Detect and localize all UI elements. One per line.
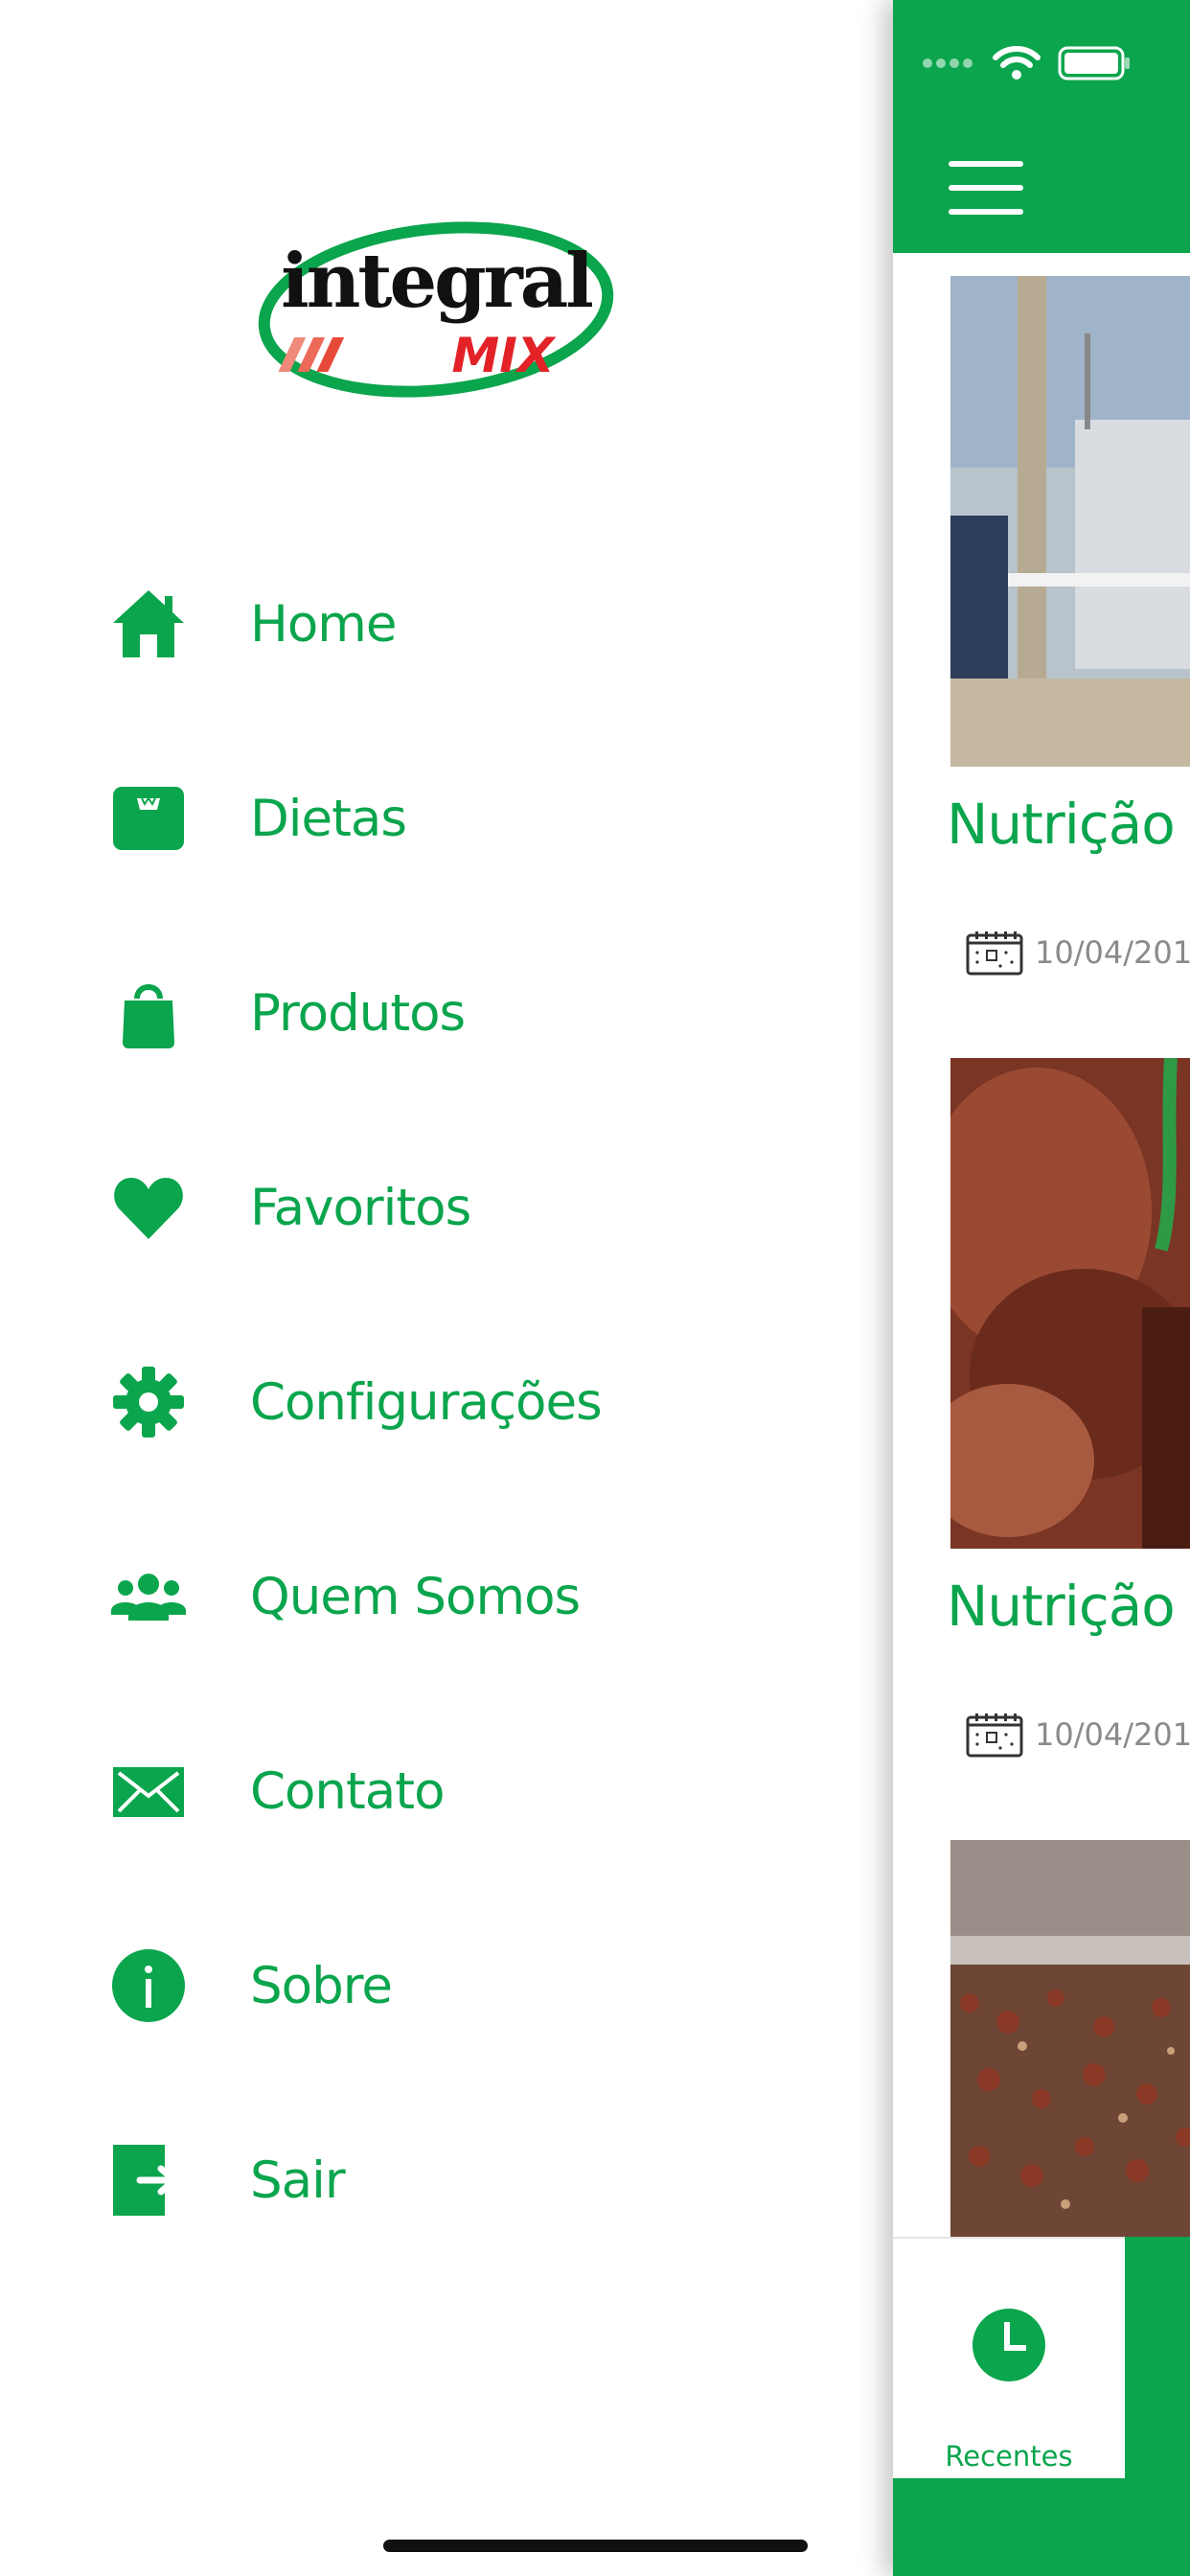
tab-recentes-label: Recentes bbox=[945, 2440, 1073, 2472]
post-date-1: 10/04/201 bbox=[966, 930, 1190, 976]
menu-label-dietas: Dietas bbox=[250, 789, 407, 848]
post-title-2[interactable]: Nutrição bbox=[947, 1574, 1176, 1639]
menu-label-sair: Sair bbox=[250, 2150, 346, 2210]
menu-item-quem-somos[interactable]: Quem Somos bbox=[0, 1530, 893, 1664]
post-date-text-1: 10/04/201 bbox=[1035, 934, 1190, 971]
home-indicator[interactable] bbox=[383, 2540, 808, 2552]
status-bar bbox=[922, 42, 1131, 84]
logo-wordmark: integral bbox=[281, 238, 592, 325]
info-icon bbox=[111, 1948, 186, 2023]
calendar-icon bbox=[966, 1714, 1023, 1758]
group-icon bbox=[111, 1559, 186, 1634]
menu-item-sobre[interactable]: Sobre bbox=[0, 1919, 893, 2053]
gear-icon bbox=[111, 1365, 186, 1439]
menu-item-configuracoes[interactable]: Configurações bbox=[0, 1335, 893, 1469]
wifi-icon bbox=[993, 46, 1041, 80]
post-date-text-2: 10/04/201 bbox=[1035, 1716, 1190, 1753]
hamburger-line bbox=[949, 185, 1023, 191]
post-image-1[interactable] bbox=[950, 276, 1190, 767]
top-app-bar bbox=[893, 0, 1190, 253]
menu-label-home: Home bbox=[250, 594, 398, 654]
post-image-3[interactable] bbox=[950, 1840, 1190, 2242]
menu-label-produtos: Produtos bbox=[250, 983, 466, 1043]
main-content-panel[interactable]: Nutrição 10/04/201 Nutrição 10/04/201 Re… bbox=[893, 0, 1190, 2576]
heart-icon bbox=[111, 1170, 186, 1245]
post-date-2: 10/04/201 bbox=[966, 1712, 1190, 1758]
hamburger-menu-button[interactable] bbox=[949, 161, 1023, 215]
menu-label-favoritos: Favoritos bbox=[250, 1178, 471, 1237]
logout-icon bbox=[111, 2143, 186, 2218]
menu-label-contato: Contato bbox=[250, 1761, 445, 1821]
clock-icon bbox=[973, 2309, 1045, 2381]
menu-item-home[interactable]: Home bbox=[0, 557, 893, 691]
calendar-icon bbox=[966, 932, 1023, 976]
menu-item-favoritos[interactable]: Favoritos bbox=[0, 1140, 893, 1275]
home-icon bbox=[111, 586, 186, 661]
menu-item-produtos[interactable]: Produtos bbox=[0, 946, 893, 1080]
post-image-2[interactable] bbox=[950, 1058, 1190, 1549]
menu-item-dietas[interactable]: Dietas bbox=[0, 751, 893, 886]
mail-icon bbox=[111, 1754, 186, 1828]
integral-mix-logo: integral MIX bbox=[254, 218, 618, 401]
scale-icon bbox=[111, 781, 186, 856]
cellular-signal-icon bbox=[923, 58, 973, 68]
menu-label-sobre: Sobre bbox=[250, 1956, 393, 2015]
menu-item-sair[interactable]: Sair bbox=[0, 2113, 893, 2247]
logo-sub: MIX bbox=[452, 328, 557, 383]
post-title-1[interactable]: Nutrição bbox=[947, 792, 1176, 857]
menu-label-configuracoes: Configurações bbox=[250, 1372, 603, 1432]
battery-icon bbox=[1058, 46, 1130, 80]
hamburger-line bbox=[949, 161, 1023, 167]
navigation-drawer: integral MIX Home Dietas Produtos Favori… bbox=[0, 0, 893, 2576]
tab-recentes[interactable]: Recentes bbox=[893, 2237, 1125, 2478]
menu-label-quem-somos: Quem Somos bbox=[250, 1567, 581, 1626]
menu-item-contato[interactable]: Contato bbox=[0, 1724, 893, 1858]
hamburger-line bbox=[949, 209, 1023, 215]
shopping-bag-icon bbox=[111, 976, 186, 1050]
